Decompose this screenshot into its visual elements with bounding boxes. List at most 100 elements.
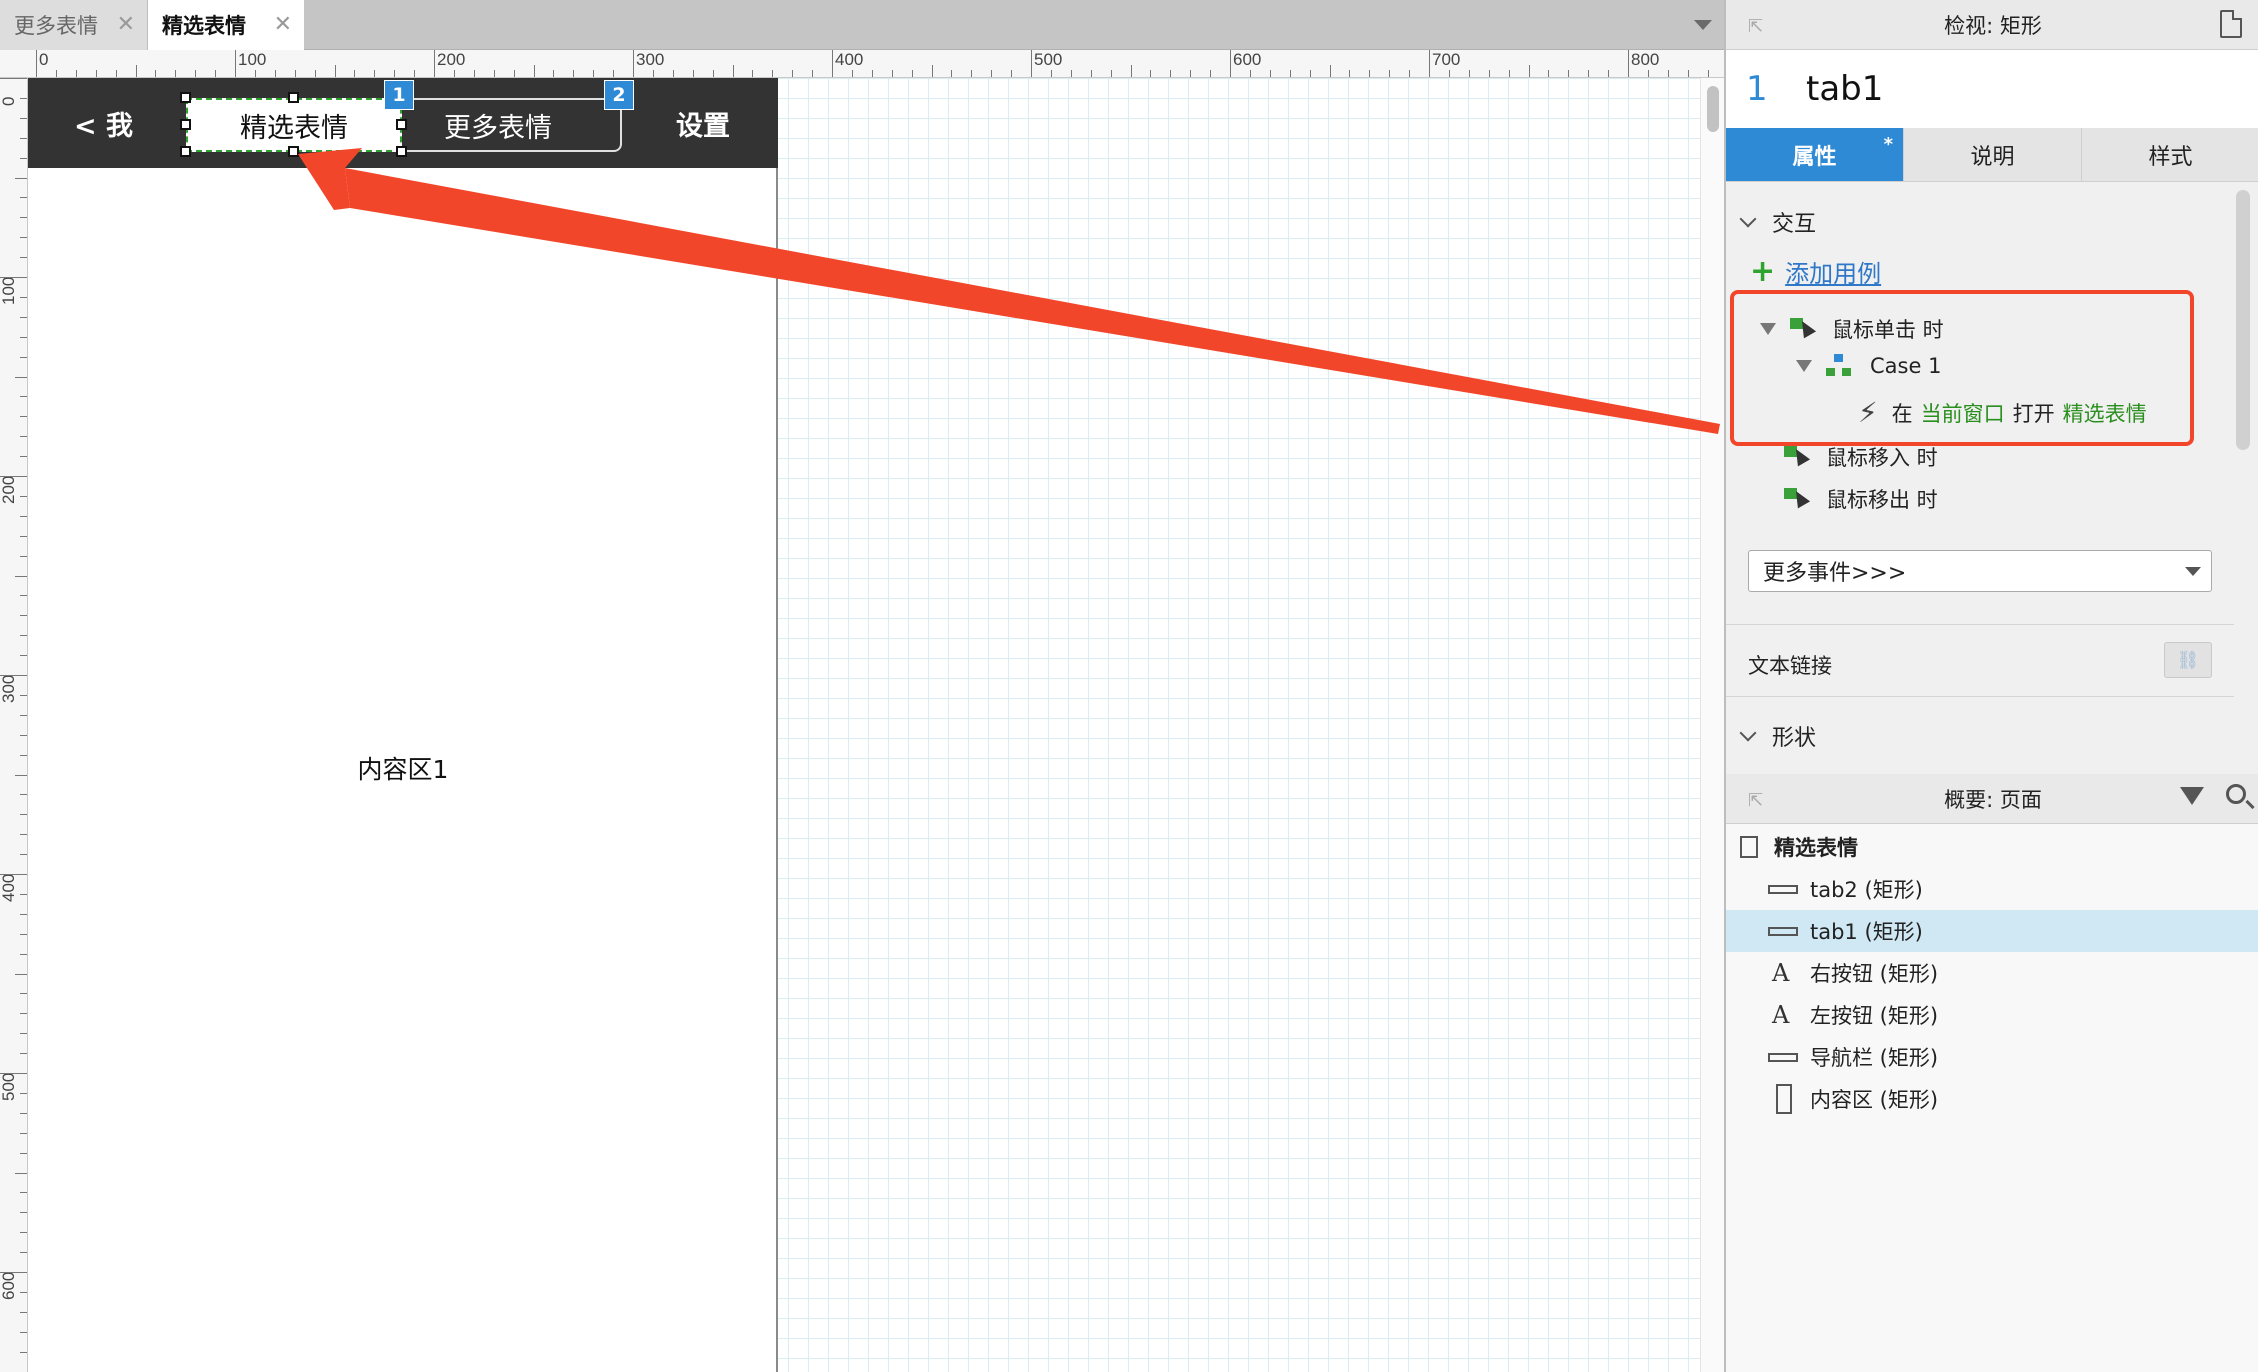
filter-icon[interactable] (2180, 787, 2204, 805)
ruler-tick (1628, 50, 1629, 77)
resize-handle-se[interactable] (396, 146, 407, 157)
ruler-tick (0, 675, 27, 676)
ruler-tick (0, 1073, 27, 1074)
ruler-tick (135, 65, 137, 77)
ruler-tick (1249, 70, 1251, 77)
doc-tab-more-emoji[interactable]: 更多表情 ✕ (0, 0, 148, 50)
ruler-tick (314, 70, 316, 77)
link-icon[interactable]: ⛓ (2164, 642, 2212, 678)
collapse-arrow-icon[interactable]: ⇱ (1748, 16, 1763, 37)
outline-item-content-area[interactable]: 内容区 (矩形) (1726, 1078, 2258, 1120)
resize-handle-s[interactable] (288, 146, 299, 157)
resize-handle-e[interactable] (396, 119, 407, 130)
outline-item-left-button[interactable]: A 左按钮 (矩形) (1726, 994, 2258, 1036)
navbar-widget[interactable]: < 我 更多表情 精选表情 设置 1 2 (28, 78, 778, 168)
ruler-tick (1329, 65, 1331, 77)
close-icon[interactable]: ✕ (274, 12, 292, 37)
section-interactions[interactable]: 交互 (1739, 206, 1817, 238)
chevron-down-icon[interactable] (1739, 210, 1757, 228)
ruler-tick (20, 515, 27, 517)
tab-style[interactable]: 样式 (2082, 128, 2258, 181)
ruler-label: 300 (0, 674, 18, 703)
ruler-tick (20, 635, 27, 637)
text-icon: A (1772, 1001, 1790, 1029)
ruler-tick (294, 70, 296, 77)
ruler-tick (155, 70, 157, 77)
ruler-tick (1568, 70, 1570, 77)
resize-handle-n[interactable] (288, 92, 299, 103)
document-icon[interactable] (2220, 10, 2242, 38)
resize-handle-sw[interactable] (180, 146, 191, 157)
ruler-tick (20, 1311, 27, 1313)
ruler-tick (792, 70, 794, 77)
chevron-down-icon[interactable] (1694, 20, 1712, 30)
ruler-label: 200 (437, 50, 466, 69)
scrollbar-thumb[interactable] (1707, 86, 1719, 132)
ruler-tick (871, 70, 873, 77)
more-events-select[interactable]: 更多事件>>> (1748, 550, 2212, 592)
ruler-tick (0, 277, 27, 278)
ruler-tick (20, 1291, 27, 1293)
left-button-widget[interactable]: < 我 (74, 78, 133, 168)
add-case-link[interactable]: + 添加用例 (1750, 254, 1881, 289)
text-link-label: 文本链接 (1748, 654, 1832, 678)
ruler-tick (593, 70, 595, 77)
ruler-tick (254, 70, 256, 77)
ruler-tick (20, 356, 27, 358)
ruler-tick (20, 854, 27, 856)
tab-properties[interactable]: 属性 * (1726, 128, 1904, 181)
section-shape[interactable]: 形状 (1739, 720, 1817, 752)
outline-item-right-button[interactable]: A 右按钮 (矩形) (1726, 952, 2258, 994)
inspector-scrollbar[interactable] (2236, 190, 2250, 450)
outline-item-label: 导航栏 (矩形) (1810, 1046, 1939, 1070)
resize-handle-w[interactable] (180, 119, 191, 130)
document-tab-bar: 更多表情 ✕ 精选表情 ✕ (0, 0, 1724, 50)
outline-item-tab1[interactable]: tab1 (矩形) (1726, 910, 2258, 952)
ruler-tick (513, 70, 515, 77)
ruler-tick (553, 70, 555, 77)
ruler-tick (20, 237, 27, 239)
right-panel: ⇱ 检视: 矩形 1 tab1 属性 * 说明 样式 交互 + 添加用例 鼠标单… (1724, 0, 2258, 1372)
close-icon[interactable]: ✕ (117, 12, 135, 37)
doc-tab-featured-emoji[interactable]: 精选表情 ✕ (148, 0, 304, 50)
annotation-highlight-box (1730, 290, 2194, 446)
right-button-widget[interactable]: 设置 (676, 78, 730, 168)
outline-item-label: tab1 (矩形) (1810, 920, 1923, 944)
ruler-tick (20, 257, 27, 259)
outline-page-row[interactable]: 精选表情 (1726, 826, 2258, 868)
search-icon[interactable] (2226, 784, 2246, 804)
outline-item-label: 内容区 (矩形) (1810, 1088, 1939, 1112)
ruler-tick (1608, 70, 1610, 77)
collapse-arrow-icon[interactable]: ⇱ (1748, 790, 1763, 811)
ruler-tick (20, 1033, 27, 1035)
text-icon: A (1772, 959, 1790, 987)
outline-item-navbar[interactable]: 导航栏 (矩形) (1726, 1036, 2258, 1078)
event-onmouseenter[interactable]: 鼠标移入 时 (1784, 442, 1938, 472)
ruler-tick (20, 157, 27, 159)
ruler-tick (20, 1212, 27, 1214)
outline-item-tab2[interactable]: tab2 (矩形) (1726, 868, 2258, 910)
canvas-scrollbar[interactable] (1700, 78, 1724, 1372)
event-label: 鼠标移入 时 (1826, 446, 1938, 470)
add-case-label[interactable]: 添加用例 (1785, 254, 1881, 289)
resize-handle-nw[interactable] (180, 92, 191, 103)
ruler-tick (1528, 65, 1530, 77)
section-title: 形状 (1772, 726, 1817, 751)
tab-notes[interactable]: 说明 (1904, 128, 2082, 181)
ruler-tick (0, 874, 27, 875)
outline-tree: 精选表情 tab2 (矩形) tab1 (矩形) A 右按钮 (矩形) A 左按… (1726, 824, 2258, 1372)
ruler-tick (20, 1112, 27, 1114)
outline-item-label: 左按钮 (矩形) (1810, 1004, 1939, 1028)
tab1-widget[interactable]: 精选表情 (186, 98, 402, 152)
ruler-tick (1130, 65, 1132, 77)
ruler-tick (20, 754, 27, 756)
ruler-label: 400 (835, 50, 864, 69)
section-title: 交互 (1772, 212, 1817, 237)
doc-tab-label: 更多表情 (14, 14, 98, 38)
event-onmouseleave[interactable]: 鼠标移出 时 (1784, 484, 1938, 514)
page-frame[interactable]: < 我 更多表情 精选表情 设置 1 2 内容区1 (28, 78, 778, 1372)
outline-title: 概要: 页面 (1944, 787, 2042, 812)
widget-name-field[interactable]: tab1 (1806, 69, 1883, 109)
ruler-tick (1289, 70, 1291, 77)
chevron-down-icon[interactable] (1739, 724, 1757, 742)
